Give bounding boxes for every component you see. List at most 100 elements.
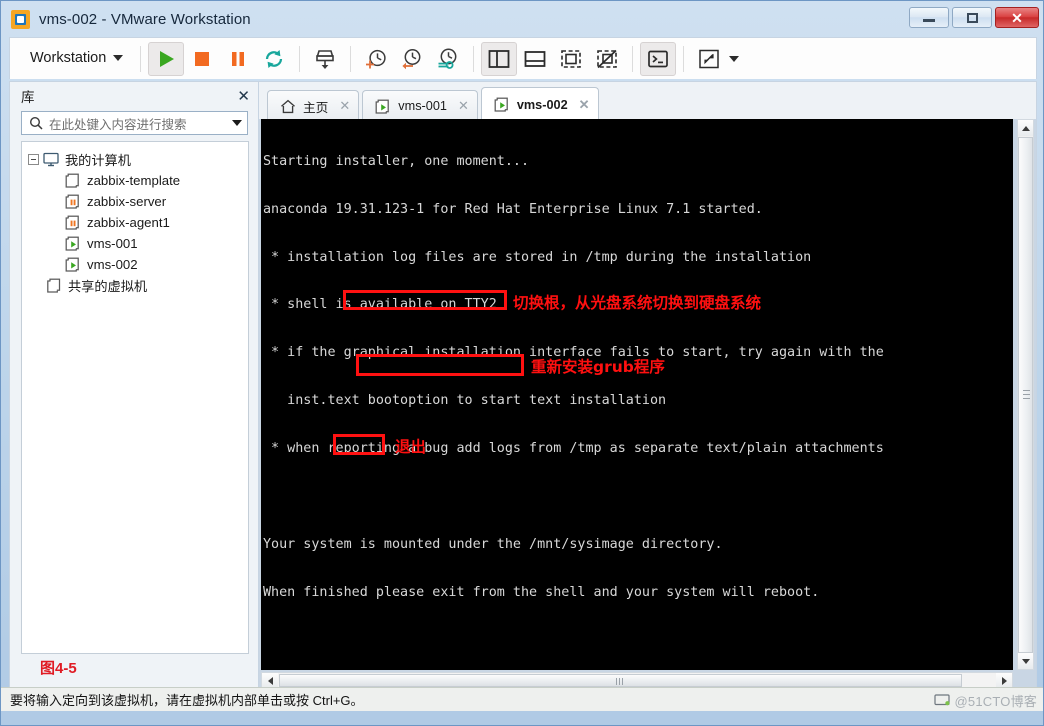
tree-item-label: zabbix-server — [87, 194, 167, 209]
toolbar-divider — [299, 45, 301, 72]
tree-item-label: vms-001 — [87, 236, 138, 251]
workstation-menu-button[interactable]: Workstation — [16, 47, 133, 70]
tree-item-label: 我的计算机 — [65, 153, 131, 168]
play-icon — [160, 50, 175, 67]
bottom-panel-icon — [524, 50, 546, 67]
terminal-line: When finished please exit from the shell… — [263, 584, 820, 600]
tab-label: 主页 — [303, 100, 329, 115]
vm-running-icon — [494, 97, 508, 112]
tree-item-label: vms-002 — [87, 257, 138, 272]
search-icon — [29, 116, 43, 130]
status-message: 要将输入定向到该虚拟机，请在虚拟机内部单击或按 Ctrl+G。 — [10, 693, 364, 708]
scroll-down-button[interactable] — [1018, 653, 1033, 669]
tree-item-shared-vms[interactable]: 共享的虚拟机 — [22, 275, 248, 296]
annotation-grub: 重新安装grub程序 — [531, 358, 665, 376]
restart-button[interactable] — [256, 42, 292, 76]
vertical-scrollbar[interactable] — [1017, 119, 1034, 670]
snapshot-manager-button[interactable] — [430, 42, 466, 76]
scrollbar-grip-icon — [615, 678, 625, 685]
status-bar: 要将输入定向到该虚拟机，请在虚拟机内部单击或按 Ctrl+G。 @51CTO博客 — [1, 687, 1043, 712]
vmware-logo-icon — [11, 9, 30, 29]
pause-icon — [232, 51, 245, 66]
vm-screen[interactable]: Starting installer, one moment... anacon… — [261, 119, 1013, 670]
toolbar-divider — [473, 45, 475, 72]
vm-console-area: Starting installer, one moment... anacon… — [259, 119, 1037, 689]
library-search-box[interactable]: 在此处键入内容进行搜索 — [21, 111, 248, 135]
vm-library-tree[interactable]: 我的计算机 zabbix-template zabbix-server zabb… — [21, 141, 249, 654]
power-on-button[interactable] — [148, 41, 185, 76]
collapse-expander-icon[interactable] — [28, 154, 39, 165]
vm-running-icon — [375, 99, 390, 114]
tab-label: vms-002 — [516, 97, 568, 112]
tab-vms-001[interactable]: vms-001 ✕ — [362, 90, 478, 121]
fullscreen-button[interactable] — [691, 42, 727, 76]
close-button[interactable]: ✕ — [995, 7, 1039, 28]
tree-item-zabbix-agent1[interactable]: zabbix-agent1 — [22, 212, 248, 233]
shared-vms-icon — [46, 278, 63, 293]
workstation-menu-label: Workstation — [30, 50, 107, 66]
site-watermark: @51CTO博客 — [954, 693, 1037, 709]
show-thumbnail-bar-button[interactable] — [517, 42, 553, 76]
network-adapter-icon[interactable] — [933, 693, 951, 708]
chevron-down-icon — [113, 55, 124, 61]
tree-item-my-computer[interactable]: 我的计算机 — [22, 149, 248, 170]
vertical-scrollbar-thumb[interactable] — [1018, 137, 1033, 653]
tree-item-label: zabbix-template — [87, 173, 181, 188]
tab-close-icon[interactable]: ✕ — [339, 98, 350, 114]
show-console-view-button[interactable] — [553, 42, 589, 76]
take-snapshot-button[interactable] — [358, 42, 394, 76]
terminal-line: anaconda 19.31.123-1 for Red Hat Enterpr… — [263, 201, 763, 217]
scroll-right-button[interactable] — [996, 673, 1012, 688]
tree-item-label: 共享的虚拟机 — [68, 279, 148, 294]
snapshot-add-icon — [366, 49, 386, 68]
tree-item-vms-002[interactable]: vms-002 — [22, 254, 248, 275]
toolbar-divider — [683, 45, 685, 72]
chevron-right-icon — [1001, 676, 1007, 685]
maximize-button[interactable] — [952, 7, 992, 28]
show-library-button[interactable] — [481, 41, 518, 76]
tab-close-icon[interactable]: ✕ — [458, 98, 469, 114]
status-bar-right: @51CTO博客 — [933, 688, 1037, 712]
toolbar-divider — [140, 45, 142, 72]
scroll-up-button[interactable] — [1018, 120, 1033, 136]
library-panel: 库 ✕ 在此处键入内容进行搜索 我的计算机 zabbix-template za… — [9, 81, 259, 689]
tree-item-zabbix-template[interactable]: zabbix-template — [22, 170, 248, 191]
maximize-icon — [966, 12, 978, 23]
close-icon: ✕ — [1011, 9, 1023, 26]
tree-item-label: zabbix-agent1 — [87, 215, 170, 230]
restart-icon — [266, 49, 283, 68]
tab-vms-002[interactable]: vms-002 ✕ — [480, 87, 599, 121]
library-close-icon[interactable]: ✕ — [237, 89, 250, 104]
fullscreen-options-button[interactable] — [727, 55, 745, 62]
suspend-button[interactable] — [220, 42, 256, 76]
horizontal-scrollbar-thumb[interactable] — [279, 674, 962, 687]
vmware-workstation-window: vms-002 - VMware Workstation ✕ Workstati… — [0, 0, 1044, 726]
window-controls: ✕ — [909, 7, 1039, 28]
figure-caption: 图4-5 — [40, 660, 77, 677]
expand-arrows-icon — [699, 49, 720, 68]
minimize-button[interactable] — [909, 7, 949, 28]
tree-item-zabbix-server[interactable]: zabbix-server — [22, 191, 248, 212]
search-input[interactable]: 在此处键入内容进行搜索 — [49, 114, 226, 133]
console-view-off-icon — [597, 49, 618, 68]
tab-close-icon[interactable]: ✕ — [579, 97, 590, 113]
sidebar-panel-icon — [488, 49, 510, 68]
chevron-down-icon — [729, 55, 740, 62]
main-toolbar: Workstation — [9, 37, 1037, 79]
tab-home[interactable]: 主页 ✕ — [267, 90, 360, 121]
hide-console-view-button[interactable] — [589, 42, 625, 76]
tree-item-vms-001[interactable]: vms-001 — [22, 233, 248, 254]
power-off-button[interactable] — [184, 42, 220, 76]
unity-mode-button[interactable] — [640, 41, 677, 76]
vm-powered-off-icon — [65, 173, 82, 188]
library-title: 库 — [21, 90, 35, 105]
annotation-exit: 退出 — [395, 438, 427, 456]
terminal-prompt-icon — [648, 50, 669, 67]
terminal-line: * installation log files are stored in /… — [263, 249, 812, 265]
chevron-down-icon[interactable] — [232, 120, 242, 126]
revert-snapshot-button[interactable] — [394, 42, 430, 76]
install-tools-button[interactable] — [307, 42, 343, 76]
scroll-left-button[interactable] — [262, 673, 278, 688]
